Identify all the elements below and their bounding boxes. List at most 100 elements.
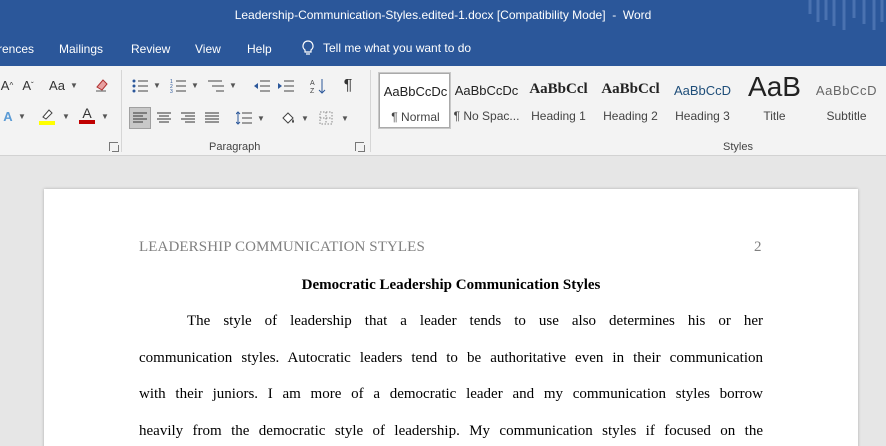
align-right-button[interactable] <box>178 107 198 129</box>
align-left-button[interactable] <box>129 107 151 129</box>
style-sample: AaBbCcl <box>601 81 660 97</box>
numbering-button[interactable]: 123 <box>168 76 188 96</box>
tab-mailings[interactable]: Mailings <box>59 42 103 56</box>
font-color-swatch <box>79 120 95 124</box>
sort-button[interactable]: AZ <box>308 76 328 96</box>
numbered-list-icon: 123 <box>170 79 186 93</box>
svg-text:Z: Z <box>310 88 315 94</box>
tab-help[interactable]: Help <box>247 42 272 56</box>
shading-button[interactable] <box>278 107 298 129</box>
style-heading-2[interactable]: AaBbCcl Heading 2 <box>595 73 666 128</box>
align-center-icon <box>157 112 171 123</box>
highlighter-icon <box>39 109 55 125</box>
borders-button[interactable] <box>316 107 336 129</box>
grow-font-label: A <box>0 77 10 93</box>
svg-text:A: A <box>310 80 315 87</box>
shrink-font-button[interactable]: Aˇ <box>20 76 36 94</box>
chevron-down-icon: ▼ <box>70 81 78 90</box>
style-name: Heading 2 <box>603 109 658 123</box>
chevron-down-icon: ▼ <box>18 112 26 121</box>
style-sample: AaBbCcDc <box>454 83 519 98</box>
style-sample: AaBbCcDc <box>383 84 448 99</box>
style-no-spacing[interactable]: AaBbCcDc ¶ No Spac... <box>451 73 522 128</box>
grow-font-button[interactable]: A ^ <box>0 76 14 94</box>
pilcrow-icon: ¶ <box>343 77 353 94</box>
style-sample: AaBbCcl <box>529 81 588 97</box>
style-name: Heading 1 <box>531 109 586 123</box>
sort-az-icon: AZ <box>310 79 326 94</box>
increase-indent-icon <box>278 80 294 92</box>
multilevel-list-button[interactable] <box>206 76 226 96</box>
svg-text:3: 3 <box>170 89 173 93</box>
group-separator <box>370 70 371 152</box>
group-separator <box>121 70 122 152</box>
lightbulb-icon <box>302 40 314 55</box>
tab-view[interactable]: View <box>195 42 221 56</box>
chevron-down-icon: ▼ <box>191 81 199 90</box>
page-header-title: LEADERSHIP COMMUNICATION STYLES <box>139 239 425 255</box>
tab-review[interactable]: Review <box>131 42 170 56</box>
multilevel-list-icon <box>208 80 224 92</box>
style-name: Title <box>763 109 786 123</box>
title-bar-decoration <box>808 0 884 30</box>
document-heading: Democratic Leadership Communication Styl… <box>301 277 601 293</box>
ribbon-tabs: rences Mailings Review View Help Tell me… <box>0 32 886 66</box>
page-number: 2 <box>754 239 762 255</box>
change-case-button[interactable]: Aa <box>46 76 68 94</box>
text-effects-label: A <box>3 108 13 124</box>
increase-indent-button[interactable] <box>276 76 296 96</box>
paragraph-group-label: Paragraph <box>209 141 261 153</box>
paragraph-dialog-launcher-icon[interactable] <box>355 142 365 152</box>
align-center-button[interactable] <box>154 107 174 129</box>
tab-references[interactable]: rences <box>0 42 34 56</box>
tell-me-search[interactable]: Tell me what you want to do <box>301 40 471 56</box>
shrink-font-label: A <box>22 77 31 93</box>
document-area[interactable]: LEADERSHIP COMMUNICATION STYLES 2 Democr… <box>0 157 886 446</box>
bullet-list-icon <box>132 79 148 93</box>
style-name: ¶ Normal <box>391 110 440 124</box>
align-left-icon <box>133 112 147 123</box>
clear-formatting-button[interactable] <box>92 76 112 94</box>
body-text-line: communication styles. Autocratic leaders… <box>139 350 763 366</box>
justify-icon <box>205 112 219 123</box>
style-name: Subtitle <box>826 109 867 123</box>
style-heading-1[interactable]: AaBbCcl Heading 1 <box>523 73 594 128</box>
ribbon: A ^ Aˇ Aa ▼ A ▼ ▼ A ▼ ▼ 123 ▼ ▼ A Z ¶ ▼ … <box>0 66 886 156</box>
bullets-button[interactable] <box>130 76 150 96</box>
text-effects-button[interactable]: A <box>0 106 16 126</box>
chevron-down-icon: ▼ <box>101 112 109 121</box>
styles-group-label: Styles <box>723 141 753 153</box>
line-spacing-button[interactable] <box>234 107 254 129</box>
align-right-icon <box>181 112 195 123</box>
style-heading-3[interactable]: AaBbCcD Heading 3 <box>667 73 738 128</box>
style-subtitle[interactable]: AaBbCcD Subtitle <box>811 73 882 128</box>
style-normal[interactable]: AaBbCcDc ¶ Normal <box>379 73 450 128</box>
decrease-indent-button[interactable] <box>252 76 272 96</box>
paint-bucket-icon <box>282 112 294 124</box>
borders-icon <box>319 111 333 125</box>
chevron-down-icon: ▼ <box>62 112 70 121</box>
document-page[interactable]: LEADERSHIP COMMUNICATION STYLES 2 Democr… <box>44 189 858 446</box>
title-bar: Leadership-Communication-Styles.edited-1… <box>0 0 886 32</box>
show-formatting-button[interactable]: ¶ <box>338 76 358 96</box>
window-title: Leadership-Communication-Styles.edited-1… <box>234 8 652 22</box>
line-spacing-icon <box>236 111 252 125</box>
change-case-label: Aa <box>49 77 65 93</box>
font-dialog-launcher-icon[interactable] <box>109 142 119 152</box>
clear-formatting-icon <box>96 79 108 92</box>
style-sample: AaB <box>748 71 801 102</box>
body-text-line: The style of leadership that a leader te… <box>187 313 763 329</box>
style-title[interactable]: AaB Title <box>739 71 810 128</box>
font-color-button[interactable]: A <box>78 104 96 126</box>
chevron-down-icon: ▼ <box>341 114 349 123</box>
style-name: ¶ No Spac... <box>453 109 520 123</box>
style-sample: AaBbCcD <box>815 83 878 98</box>
chevron-down-icon: ▼ <box>257 114 265 123</box>
justify-button[interactable] <box>202 107 222 129</box>
chevron-down-icon: ▼ <box>229 81 237 90</box>
tell-me-text: Tell me what you want to do <box>323 41 472 55</box>
body-text-line: heavily from the democratic style of lea… <box>139 423 763 439</box>
body-text-line: with their juniors. I am more of a democ… <box>139 386 763 402</box>
style-sample: AaBbCcD <box>673 83 732 98</box>
highlight-button[interactable] <box>38 106 56 126</box>
